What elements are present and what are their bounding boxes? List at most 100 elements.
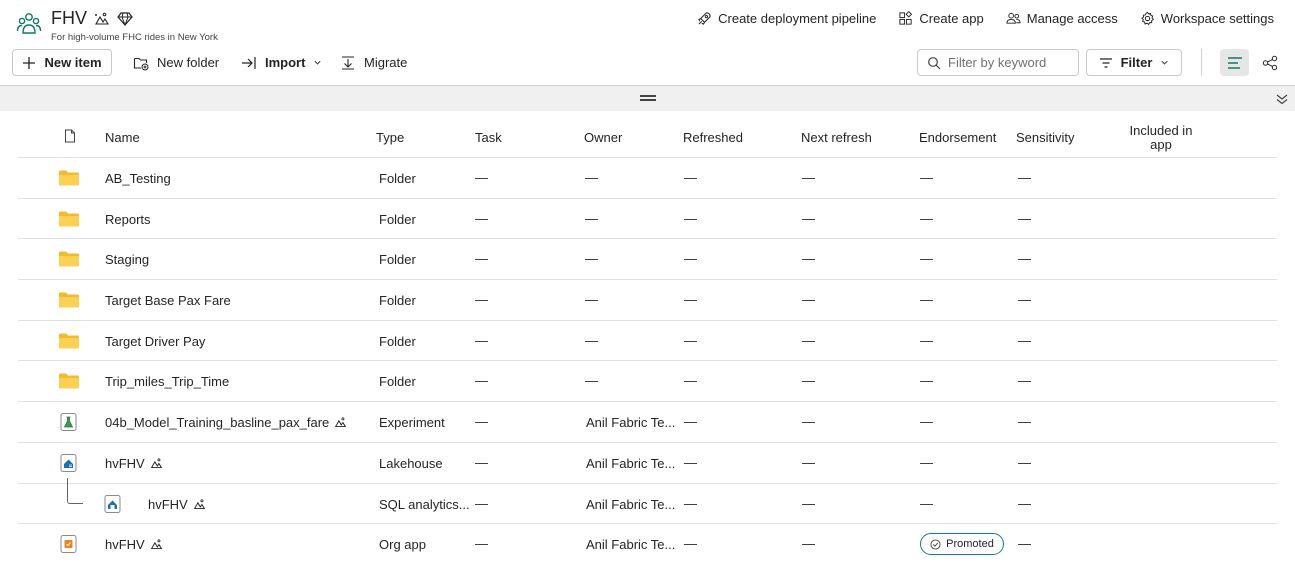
item-task: —	[475, 536, 488, 552]
import-icon	[242, 56, 256, 69]
item-type: Experiment	[379, 415, 445, 431]
table-row[interactable]: Staging Folder — — — — — —	[18, 239, 1277, 281]
column-next-refresh[interactable]: Next refresh	[801, 130, 872, 145]
column-endorsement[interactable]: Endorsement	[919, 130, 996, 145]
item-task: —	[475, 251, 488, 267]
item-task: —	[475, 170, 488, 185]
toolbar: New item New folder Import Migrate Filte…	[0, 49, 1295, 79]
folder-icon	[58, 169, 80, 187]
item-endorsement: —	[920, 210, 933, 226]
new-item-button[interactable]: New item	[12, 49, 112, 76]
item-sensitivity: —	[1018, 332, 1031, 348]
search-icon	[928, 56, 941, 69]
item-task: —	[475, 210, 488, 226]
table-row[interactable]: Target Base Pax Fare Folder — — — — — —	[18, 280, 1277, 321]
item-owner: —	[585, 373, 598, 389]
manage-access-button[interactable]: Manage access	[1006, 11, 1118, 26]
item-name: Target Driver Pay	[105, 333, 206, 349]
org-app-icon	[58, 535, 80, 554]
column-included-in-app[interactable]: Included in app	[1126, 124, 1196, 152]
table-row[interactable]: 04b_Model_Training_basline_pax_fare Exper…	[18, 402, 1277, 443]
item-next-refresh: —	[802, 210, 815, 226]
item-owner: —	[585, 210, 598, 226]
migrate-button[interactable]: Migrate	[340, 49, 407, 76]
collapse-chevrons-icon[interactable]	[1275, 92, 1289, 106]
promoted-badge: Promoted	[920, 533, 1004, 556]
item-name-link[interactable]: hvFHV	[105, 456, 163, 471]
item-name-link[interactable]: Staging	[105, 252, 149, 267]
item-type: Folder	[379, 252, 416, 268]
item-name-link[interactable]: 04b_Model_Training_basline_pax_fare	[105, 415, 347, 430]
filter-keyword-input[interactable]: Filter by keyword	[917, 49, 1079, 76]
item-next-refresh: —	[802, 332, 815, 348]
plus-icon	[23, 56, 36, 69]
item-name-link[interactable]: hvFHV	[105, 537, 163, 552]
item-owner: Anil Fabric Te...	[586, 496, 676, 512]
folder-icon	[58, 372, 80, 390]
import-button[interactable]: Import	[241, 49, 322, 76]
item-endorsement: —	[920, 292, 933, 308]
lineage-view-button[interactable]	[1257, 49, 1283, 76]
table-row[interactable]: AB_Testing Folder — — — — — —	[18, 158, 1277, 199]
item-refreshed: —	[684, 332, 697, 348]
item-next-refresh: —	[802, 495, 815, 511]
item-name: hvFHV	[148, 496, 188, 512]
drag-handle-icon[interactable]	[640, 95, 656, 101]
table-row[interactable]: Reports Folder — — — — — —	[18, 199, 1277, 240]
workspace-settings-button[interactable]: Workspace settings	[1140, 11, 1274, 26]
column-sensitivity[interactable]: Sensitivity	[1016, 130, 1075, 145]
chevron-down-icon	[1161, 60, 1168, 65]
new-folder-icon	[133, 57, 149, 70]
new-folder-button[interactable]: New folder	[133, 49, 219, 76]
item-name-link[interactable]: hvFHV	[148, 497, 206, 512]
sensitivity-icon	[95, 12, 109, 25]
item-name: Staging	[105, 252, 150, 268]
table-row[interactable]: hvFHV Org app — Anil Fabric Te... — — Promote…	[18, 524, 1277, 563]
item-name-link[interactable]: Trip_miles_Trip_Time	[105, 374, 229, 389]
tree-connector	[67, 477, 83, 504]
column-type[interactable]: Type	[376, 130, 404, 145]
filter-label: Filter	[1120, 55, 1153, 70]
column-task[interactable]: Task	[475, 130, 502, 145]
sensitivity-icon	[193, 498, 205, 509]
table-row[interactable]: hvFHV Lakehouse — Anil Fabric Te... — — — —	[18, 443, 1277, 484]
item-name-link[interactable]: Reports	[105, 212, 151, 227]
item-task: —	[475, 292, 488, 308]
item-endorsement: —	[920, 373, 933, 389]
toolbar-divider	[1201, 49, 1202, 76]
item-next-refresh: —	[802, 373, 815, 389]
column-name[interactable]: Name	[105, 130, 140, 145]
table-row[interactable]: Target Driver Pay Folder — — — — — —	[18, 321, 1277, 362]
item-next-refresh: —	[802, 454, 815, 470]
column-refreshed[interactable]: Refreshed	[683, 130, 743, 145]
list-view-button[interactable]	[1220, 49, 1249, 76]
sensitivity-icon	[150, 539, 162, 550]
folder-icon	[58, 210, 80, 228]
create-app-button[interactable]: Create app	[898, 11, 984, 26]
item-sensitivity: —	[1018, 292, 1031, 308]
column-owner[interactable]: Owner	[584, 130, 622, 145]
create-deployment-pipeline-label: Create deployment pipeline	[718, 11, 877, 26]
item-name-link[interactable]: AB_Testing	[105, 171, 171, 186]
item-name: hvFHV	[105, 537, 145, 553]
gear-icon	[1140, 11, 1154, 26]
item-name-link[interactable]: Target Driver Pay	[105, 334, 205, 349]
filter-button[interactable]: Filter	[1086, 49, 1182, 76]
item-type: Folder	[379, 171, 416, 186]
item-owner: —	[585, 332, 598, 348]
item-owner: Anil Fabric Te...	[586, 537, 676, 553]
item-sensitivity: —	[1018, 373, 1031, 389]
premium-diamond-icon	[117, 12, 133, 27]
create-deployment-pipeline-button[interactable]: Create deployment pipeline	[697, 11, 876, 26]
item-next-refresh: —	[802, 414, 815, 430]
item-owner: —	[585, 170, 598, 185]
item-refreshed: —	[684, 170, 697, 185]
rocket-icon	[698, 12, 711, 25]
item-refreshed: —	[684, 292, 697, 308]
table-row[interactable]: Trip_miles_Trip_Time Folder — — — — — —	[18, 361, 1277, 403]
item-name: Trip_miles_Trip_Time	[105, 374, 230, 390]
pane-splitter[interactable]	[0, 85, 1295, 111]
table-row[interactable]: hvFHV SQL analytics... — Anil Fabric Te... —…	[18, 477, 1277, 525]
item-type: Org app	[379, 537, 426, 553]
item-name-link[interactable]: Target Base Pax Fare	[105, 293, 231, 308]
